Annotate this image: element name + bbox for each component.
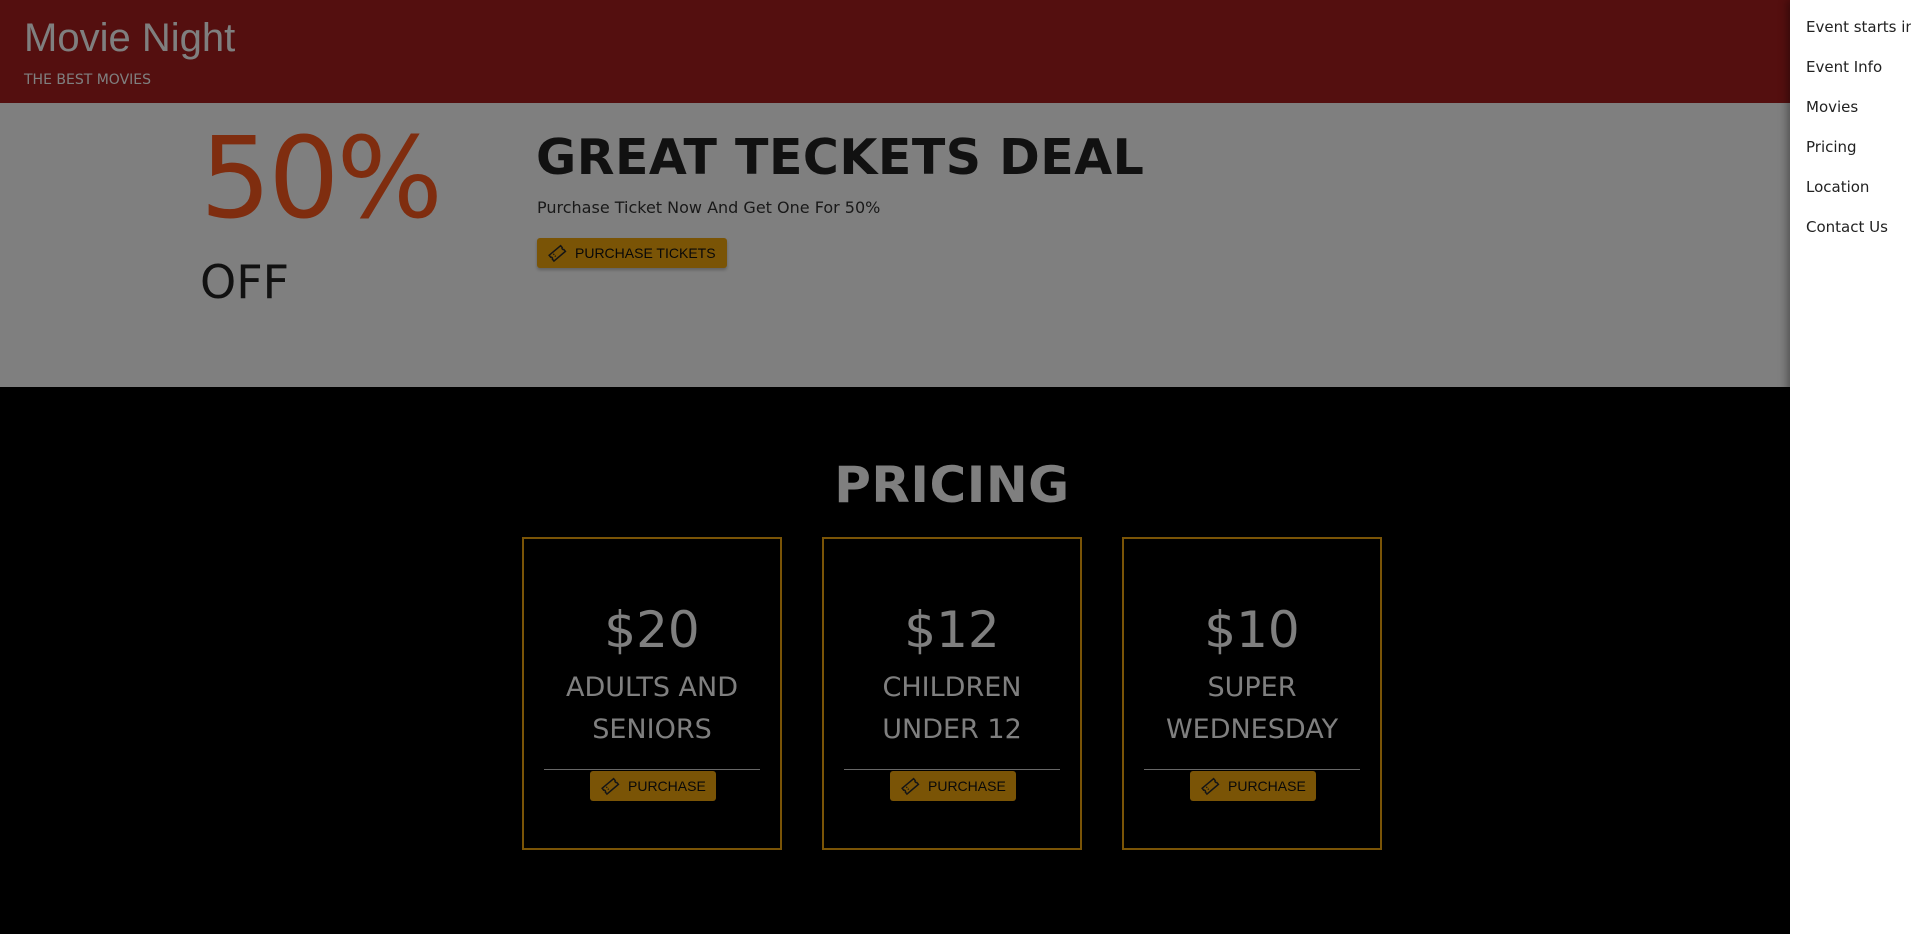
drawer-overlay[interactable]	[0, 0, 1911, 934]
side-nav-drawer: Event starts in Event Info Movies Pricin…	[1790, 0, 1911, 934]
nav-item-location[interactable]: Location	[1806, 178, 1869, 196]
nav-item-movies[interactable]: Movies	[1806, 98, 1858, 116]
nav-item-contact-us[interactable]: Contact Us	[1806, 218, 1888, 236]
nav-item-event-starts-in[interactable]: Event starts in	[1806, 18, 1911, 36]
nav-item-pricing[interactable]: Pricing	[1806, 138, 1857, 156]
nav-item-event-info[interactable]: Event Info	[1806, 58, 1882, 76]
